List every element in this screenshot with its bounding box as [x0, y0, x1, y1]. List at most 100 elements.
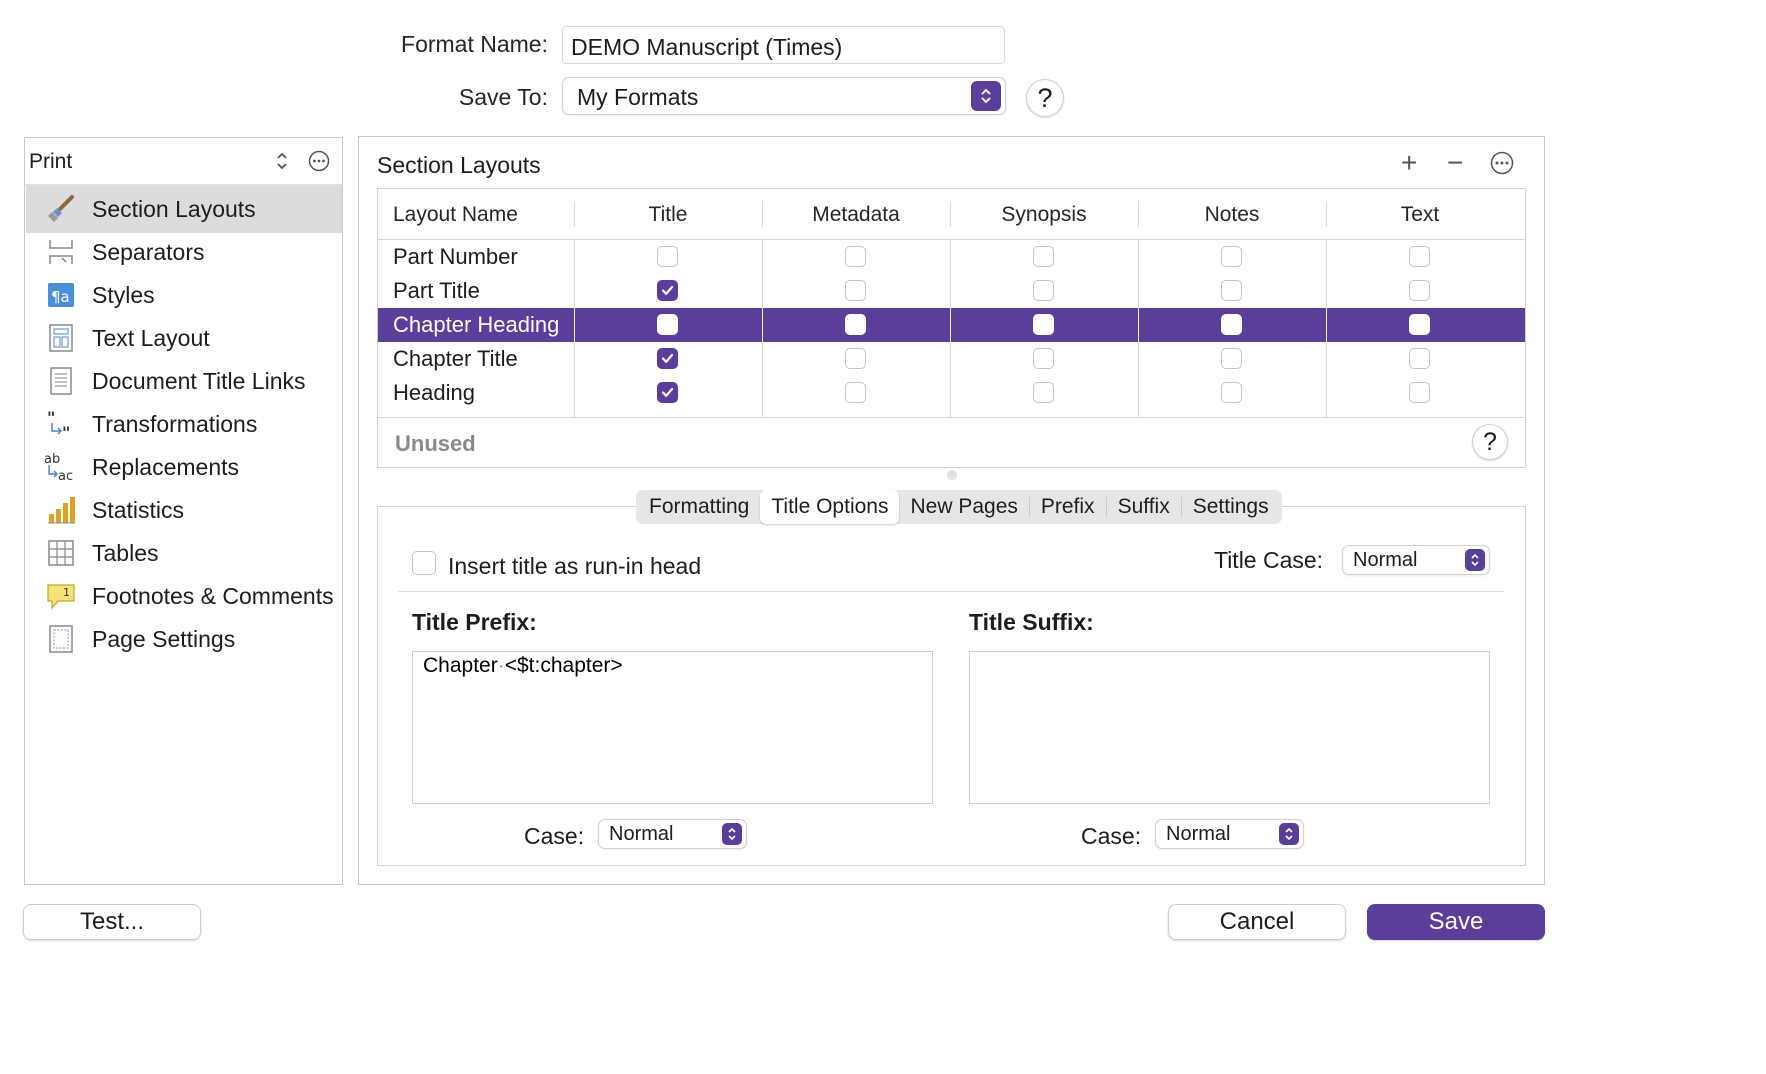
tab-suffix[interactable]: Suffix [1107, 490, 1181, 524]
title-case-popup[interactable]: Normal [1342, 545, 1490, 575]
table-icon [44, 536, 78, 570]
sidebar-item-label: Tables [92, 539, 159, 566]
row-checkbox[interactable] [1033, 246, 1054, 267]
column-header-synopsis[interactable]: Synopsis [950, 189, 1138, 241]
layout-name: Chapter Title [393, 346, 518, 371]
suffix-case-value: Normal [1166, 823, 1231, 845]
table-row[interactable]: Part Number [378, 240, 1525, 274]
table-help-button[interactable]: ? [1472, 424, 1508, 460]
row-checkbox[interactable] [1221, 382, 1242, 403]
sidebar-item-label: Styles [92, 281, 155, 308]
test-button[interactable]: Test... [23, 904, 201, 940]
sidebar-header[interactable]: Print [25, 138, 342, 185]
remove-layout-button[interactable]: − [1447, 147, 1463, 179]
suffix-case-popup[interactable]: Normal [1155, 819, 1304, 849]
help-button[interactable]: ? [1026, 79, 1064, 117]
sidebar-item-document-title-links[interactable]: Document Title Links [26, 357, 382, 405]
row-checkbox[interactable] [1033, 348, 1054, 369]
row-checkbox[interactable] [845, 314, 866, 335]
row-checkbox[interactable] [1033, 314, 1054, 335]
up-down-chevron-icon[interactable] [275, 150, 289, 177]
sidebar-item-styles[interactable]: ¶a Styles [26, 271, 382, 319]
sidebar-item-footnotes-comments[interactable]: 1 Footnotes & Comments [26, 572, 382, 620]
row-checkbox[interactable] [657, 348, 678, 369]
splitter-handle[interactable] [947, 470, 957, 480]
tab-settings[interactable]: Settings [1182, 490, 1280, 524]
run-in-checkbox[interactable] [412, 551, 436, 575]
table-row[interactable]: Chapter Heading [378, 308, 1525, 342]
layout-name: Heading [393, 380, 475, 405]
sidebar-item-text-layout[interactable]: Text Layout [26, 314, 382, 362]
table-row[interactable]: Heading [378, 376, 1525, 410]
title-prefix-textarea[interactable]: Chapter·<$t:chapter> [412, 651, 933, 804]
row-checkbox[interactable] [1221, 246, 1242, 267]
title-case-label: Title Case: [1214, 547, 1324, 573]
table-row[interactable]: Chapter Title [378, 342, 1525, 376]
sidebar-item-statistics[interactable]: Statistics [26, 486, 382, 534]
cancel-button[interactable]: Cancel [1168, 904, 1346, 940]
row-checkbox[interactable] [657, 382, 678, 403]
title-suffix-label: Title Suffix: [969, 609, 1094, 635]
sidebar-item-section-layouts[interactable]: Section Layouts [26, 185, 342, 233]
row-checkbox[interactable] [1409, 246, 1430, 267]
save-to-label: Save To: [458, 84, 548, 110]
more-options-icon[interactable] [308, 150, 330, 177]
save-button[interactable]: Save [1367, 904, 1545, 940]
column-header-text[interactable]: Text [1326, 189, 1514, 241]
tab-new-pages[interactable]: New Pages [899, 490, 1028, 524]
row-checkbox[interactable] [845, 348, 866, 369]
sidebar-item-tables[interactable]: Tables [26, 529, 382, 577]
column-header-notes[interactable]: Notes [1138, 189, 1326, 241]
format-name-field[interactable]: DEMO Manuscript (Times) [562, 26, 1005, 64]
sidebar-item-label: Page Settings [92, 625, 236, 652]
sidebar-item-transformations[interactable]: " " Transformations [26, 400, 382, 448]
row-checkbox[interactable] [1409, 348, 1430, 369]
sidebar-item-label: Section Layouts [92, 195, 256, 222]
row-checkbox[interactable] [1409, 314, 1430, 335]
save-to-popup[interactable]: My Formats [562, 77, 1006, 115]
row-checkbox[interactable] [1221, 314, 1242, 335]
row-checkbox[interactable] [1409, 382, 1430, 403]
layout-name: Part Number [393, 244, 518, 269]
row-checkbox[interactable] [657, 280, 678, 301]
tab-title-options[interactable]: Title Options [760, 490, 900, 524]
svg-text:": " [47, 409, 55, 427]
prefix-case-label: Case: [524, 823, 585, 849]
sidebar-item-label: Text Layout [92, 324, 210, 351]
row-checkbox[interactable] [1409, 280, 1430, 301]
layout-name: Chapter Heading [393, 312, 560, 337]
row-checkbox[interactable] [657, 246, 678, 267]
row-checkbox[interactable] [1221, 348, 1242, 369]
add-layout-button[interactable]: + [1401, 147, 1417, 179]
unused-row[interactable]: Unused ? [378, 417, 1525, 468]
title-suffix-textarea[interactable] [969, 651, 1490, 804]
row-checkbox[interactable] [1221, 280, 1242, 301]
column-header-title[interactable]: Title [574, 189, 762, 241]
row-checkbox[interactable] [845, 382, 866, 403]
svg-text:ab: ab [44, 452, 60, 467]
sidebar-item-label: Document Title Links [92, 367, 306, 394]
svg-text:ac: ac [58, 469, 73, 484]
row-checkbox[interactable] [657, 314, 678, 335]
popup-arrows-icon [971, 81, 1001, 111]
svg-text:1: 1 [63, 586, 70, 599]
row-checkbox[interactable] [1033, 280, 1054, 301]
column-header-metadata[interactable]: Metadata [762, 189, 950, 241]
sidebar-item-separators[interactable]: Separators [26, 228, 382, 276]
tab-prefix[interactable]: Prefix [1030, 490, 1106, 524]
row-checkbox[interactable] [845, 246, 866, 267]
styles-icon: ¶a [44, 278, 78, 312]
prefix-case-popup[interactable]: Normal [598, 819, 747, 849]
sidebar-item-page-settings[interactable]: Page Settings [26, 615, 382, 663]
tab-formatting[interactable]: Formatting [638, 490, 760, 524]
run-in-label: Insert title as run-in head [448, 553, 702, 579]
table-row[interactable]: Part Title [378, 274, 1525, 308]
row-checkbox[interactable] [1033, 382, 1054, 403]
row-checkbox[interactable] [845, 280, 866, 301]
column-header-layout-name[interactable]: Layout Name [378, 189, 574, 241]
sidebar-item-label: Replacements [92, 453, 240, 480]
popup-arrows-icon [1465, 549, 1485, 571]
sidebar-item-replacements[interactable]: ab ac Replacements [26, 443, 382, 491]
more-options-icon[interactable] [1490, 151, 1514, 180]
svg-text:": " [62, 423, 70, 439]
